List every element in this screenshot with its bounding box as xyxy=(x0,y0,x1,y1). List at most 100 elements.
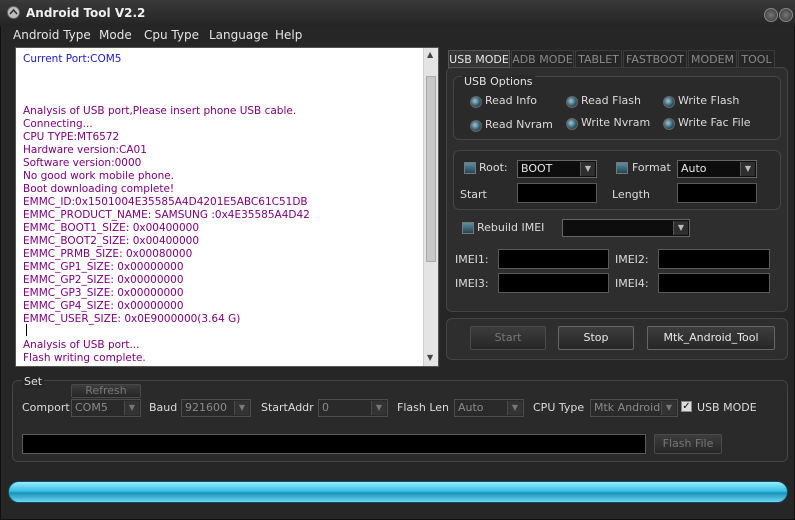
root-label[interactable]: Root: xyxy=(479,161,508,174)
length-input[interactable] xyxy=(677,183,757,203)
read-nvram-label[interactable]: Read Nvram xyxy=(485,118,553,131)
minimize-icon[interactable] xyxy=(764,8,778,22)
imei2-label: IMEI2: xyxy=(615,253,649,266)
menu-help[interactable]: Help xyxy=(275,28,302,42)
cputype-select[interactable]: Mtk Android ▼ xyxy=(590,399,678,417)
flash-file-button[interactable]: Flash File xyxy=(654,434,722,454)
comport-label: Comport xyxy=(22,401,70,414)
refresh-button[interactable]: Refresh xyxy=(71,384,141,398)
startaddr-label: StartAddr xyxy=(261,401,314,414)
log-line: Software version:0000 xyxy=(23,157,142,169)
stop-button[interactable]: Stop xyxy=(558,326,634,350)
progress-bar xyxy=(8,481,788,503)
log-line: Connecting... xyxy=(23,118,93,130)
flashlen-select-value: Auto xyxy=(458,401,484,414)
log-line: EMMC_GP4_SIZE: 0x00000000 xyxy=(23,300,184,312)
tab-modem[interactable]: MODEM xyxy=(688,50,737,68)
radio-write-nvram-icon[interactable] xyxy=(566,118,578,130)
log-line: EMMC_BOOT2_SIZE: 0x00400000 xyxy=(23,235,200,247)
usb-mode-label[interactable]: USB MODE xyxy=(697,401,757,414)
log-line: EMMC_ID:0x1501004E35585A4D4201E5ABC61C51… xyxy=(23,196,308,208)
baud-label: Baud xyxy=(149,401,178,414)
chevron-down-icon[interactable]: ▼ xyxy=(580,162,595,176)
baud-select[interactable]: 921600 ▼ xyxy=(181,399,251,417)
log-scrollbar[interactable]: ▲ ▼ xyxy=(423,48,438,366)
close-icon[interactable] xyxy=(779,8,793,22)
menu-android-type[interactable]: Android Type xyxy=(13,28,91,42)
window-title: Android Tool V2.2 xyxy=(26,6,146,20)
baud-select-value: 921600 xyxy=(185,401,227,414)
chevron-down-icon[interactable]: ▼ xyxy=(673,221,688,235)
imei4-input[interactable] xyxy=(658,273,770,293)
log-line: EMMC_GP2_SIZE: 0x00000000 xyxy=(23,274,184,286)
tab-fastboot[interactable]: FASTBOOT xyxy=(623,50,687,68)
start-button[interactable]: Start xyxy=(470,326,546,350)
rebuild-imei-label[interactable]: Rebuild IMEI xyxy=(477,221,544,234)
tab-adb-mode[interactable]: ADB MODE xyxy=(511,50,574,68)
menu-language[interactable]: Language xyxy=(209,28,268,42)
read-info-label[interactable]: Read Info xyxy=(485,94,537,107)
log-line: EMMC_BOOT1_SIZE: 0x00400000 xyxy=(23,222,200,234)
tab-tablet[interactable]: TABLET xyxy=(575,50,622,68)
menu-cpu-type[interactable]: Cpu Type xyxy=(144,28,199,42)
format-checkbox-icon[interactable] xyxy=(616,162,628,174)
rebuild-imei-checkbox-icon[interactable] xyxy=(462,222,474,234)
radio-write-flash-icon[interactable] xyxy=(663,96,675,108)
chevron-down-icon[interactable]: ▼ xyxy=(740,162,755,176)
set-title: Set xyxy=(22,375,45,388)
flashlen-label: Flash Len xyxy=(397,401,449,414)
write-fac-file-label[interactable]: Write Fac File xyxy=(678,116,751,129)
comport-select[interactable]: COM5 ▼ xyxy=(71,399,141,417)
log-line: CPU TYPE:MT6572 xyxy=(23,131,120,143)
scroll-down-icon[interactable]: ▼ xyxy=(427,353,433,362)
imei1-input[interactable] xyxy=(498,249,609,269)
format-select[interactable]: Auto ▼ xyxy=(677,160,757,178)
root-checkbox-icon[interactable] xyxy=(464,162,476,174)
radio-read-info-icon[interactable] xyxy=(470,96,482,108)
rebuild-imei-select[interactable]: ▼ xyxy=(562,219,690,237)
write-nvram-label[interactable]: Write Nvram xyxy=(581,116,650,129)
read-flash-label[interactable]: Read Flash xyxy=(581,94,641,107)
radio-read-nvram-icon[interactable] xyxy=(470,120,482,132)
log-line: Boot downloading complete! xyxy=(23,183,175,195)
text-caret xyxy=(26,324,27,336)
log-line: EMMC_PRMB_SIZE: 0x00080000 xyxy=(23,248,193,260)
log-line: No good work mobile phone. xyxy=(23,170,175,182)
write-flash-label[interactable]: Write Flash xyxy=(678,94,739,107)
length-label: Length xyxy=(612,188,650,201)
imei2-input[interactable] xyxy=(658,249,770,269)
log-line: Current Port:COM5 xyxy=(23,53,122,65)
tab-usb-mode[interactable]: USB MODE xyxy=(448,50,510,68)
imei3-input[interactable] xyxy=(498,273,609,293)
app-logo-icon xyxy=(7,6,20,19)
format-select-value: Auto xyxy=(681,162,707,175)
radio-write-fac-file-icon[interactable] xyxy=(663,118,675,130)
log-line: EMMC_GP3_SIZE: 0x00000000 xyxy=(23,287,184,299)
progress-fill xyxy=(9,482,787,502)
log-line: EMMC_PRODUCT_NAME: SAMSUNG :0x4E35585A4D… xyxy=(23,209,310,221)
startaddr-select[interactable]: 0 ▼ xyxy=(318,399,388,417)
start-input[interactable] xyxy=(517,183,597,203)
comport-select-value: COM5 xyxy=(75,401,108,414)
format-label[interactable]: Format xyxy=(632,161,671,174)
cputype-label: CPU Type xyxy=(533,401,585,414)
chevron-down-icon[interactable]: ▼ xyxy=(661,401,676,415)
root-select[interactable]: BOOT ▼ xyxy=(517,160,597,178)
log-output[interactable]: Current Port:COM5 Analysis of USB port,Pl… xyxy=(15,47,439,367)
chevron-down-icon[interactable]: ▼ xyxy=(371,401,386,415)
flashlen-select[interactable]: Auto ▼ xyxy=(454,399,524,417)
flash-file-path-input[interactable] xyxy=(22,434,646,454)
chevron-down-icon[interactable]: ▼ xyxy=(124,401,139,415)
start-label: Start xyxy=(460,188,487,201)
menu-mode[interactable]: Mode xyxy=(99,28,132,42)
chevron-down-icon[interactable]: ▼ xyxy=(507,401,522,415)
usb-options-title: USB Options xyxy=(462,75,535,88)
cputype-select-value: Mtk Android xyxy=(594,401,661,414)
usb-mode-checkbox-icon[interactable]: ✓ xyxy=(681,401,692,412)
scroll-up-icon[interactable]: ▲ xyxy=(427,50,433,59)
radio-read-flash-icon[interactable] xyxy=(566,96,578,108)
chevron-down-icon[interactable]: ▼ xyxy=(234,401,249,415)
log-scroll-thumb[interactable] xyxy=(426,76,436,262)
mtk-android-tool-button[interactable]: Mtk_Android_Tool xyxy=(647,326,775,350)
tab-tool[interactable]: TOOL xyxy=(738,50,775,68)
